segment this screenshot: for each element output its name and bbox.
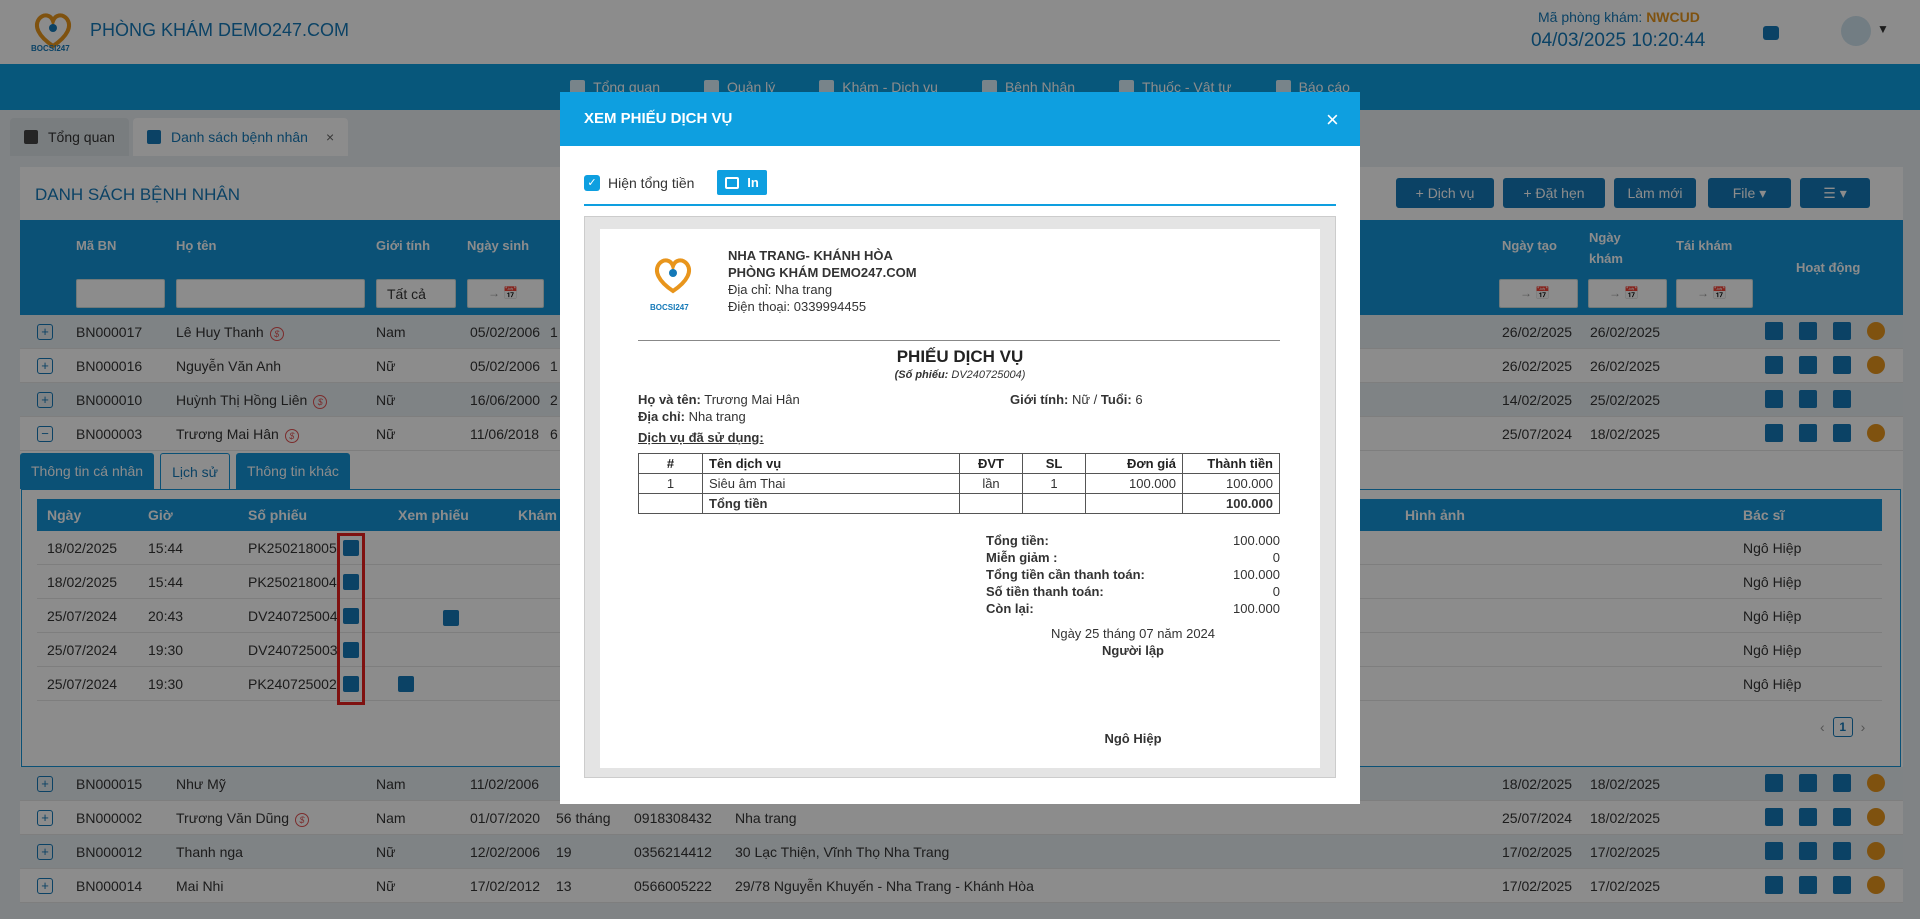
- clinic-address: Địa chỉ: Nha trang: [728, 282, 833, 297]
- show-total-checkbox[interactable]: ✓: [584, 175, 600, 191]
- show-total-label[interactable]: Hiện tổng tiền: [608, 175, 694, 191]
- col-price: Đơn giá: [1085, 453, 1183, 474]
- divider: [584, 204, 1336, 206]
- modal-header: XEM PHIẾU DỊCH VỤ ×: [560, 92, 1360, 146]
- divider: [638, 340, 1280, 341]
- services-table: # Tên dịch vụ ĐVT SL Đơn giá Thành tiền …: [638, 453, 1280, 514]
- printer-icon: [725, 176, 740, 189]
- col-no: #: [638, 453, 703, 474]
- col-qty: SL: [1022, 453, 1086, 474]
- print-button[interactable]: In: [717, 170, 767, 195]
- col-amount: Thành tiền: [1182, 453, 1280, 474]
- clinic-region: NHA TRANG- KHÁNH HÒA: [728, 248, 893, 263]
- receipt: BOCSI247 NHA TRANG- KHÁNH HÒA PHÒNG KHÁM…: [600, 229, 1320, 768]
- patient-name: Họ và tên: Trương Mai Hân: [638, 392, 800, 407]
- patient-gender-age: Giới tính: Nữ / Tuổi: 6: [1010, 392, 1143, 407]
- signer-label: Người lập: [1102, 643, 1164, 658]
- close-icon[interactable]: ×: [1326, 107, 1339, 133]
- clinic-name: PHÒNG KHÁM DEMO247.COM: [728, 265, 917, 280]
- services-used-label: Dịch vụ đã sử dụng:: [638, 430, 764, 445]
- ticket-number: (Số phiếu: DV240725004): [894, 369, 1026, 381]
- modal-title: XEM PHIẾU DỊCH VỤ: [584, 110, 733, 127]
- receipt-date: Ngày 25 tháng 07 năm 2024: [1050, 626, 1216, 641]
- col-unit: ĐVT: [959, 453, 1023, 474]
- col-service: Tên dịch vụ: [702, 453, 960, 474]
- receipt-title: PHIẾU DỊCH VỤ: [896, 347, 1024, 366]
- service-ticket-modal: XEM PHIẾU DỊCH VỤ × ✓ Hiện tổng tiền In …: [560, 92, 1360, 804]
- patient-address: Địa chỉ: Nha trang: [638, 409, 746, 424]
- total-row: Tổng tiền 100.000: [638, 493, 1280, 514]
- receipt-logo: [654, 258, 692, 294]
- signer-name: Ngô Hiệp: [1104, 731, 1162, 746]
- service-row: 1 Siêu âm Thai lần 1 100.000 100.000: [638, 473, 1280, 494]
- receipt-logo-text: BOCSI247: [650, 303, 689, 312]
- clinic-phone: Điện thoại: 0339994455: [728, 299, 867, 314]
